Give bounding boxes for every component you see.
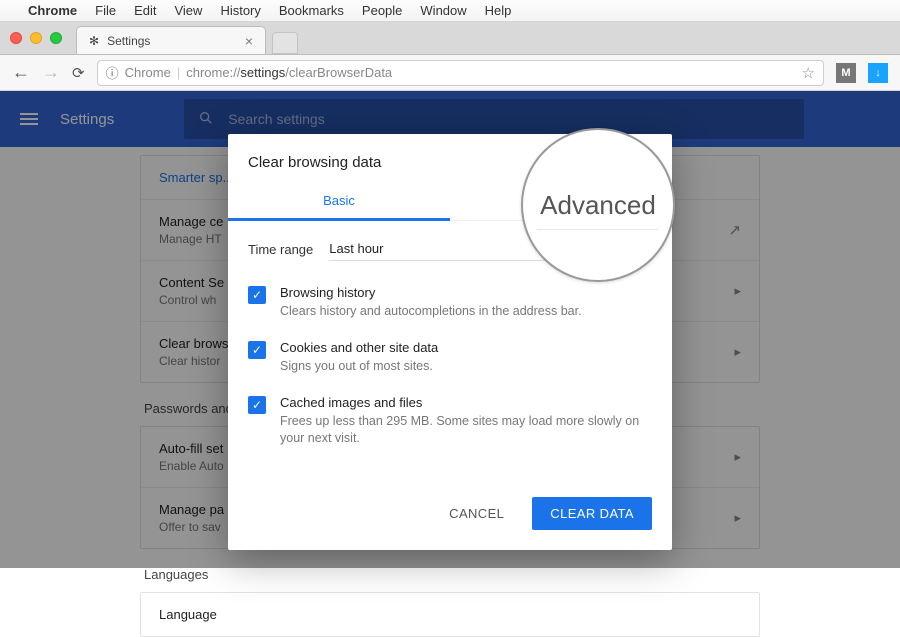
menubar-item-history[interactable]: History	[220, 3, 260, 18]
new-tab-button[interactable]	[272, 32, 298, 54]
option-cookies[interactable]: ✓ Cookies and other site dataSigns you o…	[248, 330, 652, 385]
address-bar[interactable]: ⓘ Chrome | chrome://settings/clearBrowse…	[97, 60, 824, 86]
tab-basic[interactable]: Basic	[228, 183, 450, 220]
url-separator: |	[177, 65, 180, 80]
option-cache[interactable]: ✓ Cached images and filesFrees up less t…	[248, 385, 652, 457]
dialog-title: Clear browsing data	[248, 154, 381, 171]
window-controls	[10, 32, 62, 44]
checkbox-checked-icon[interactable]: ✓	[248, 396, 266, 414]
menubar-item-help[interactable]: Help	[485, 3, 512, 18]
extension-m-icon[interactable]: M	[836, 63, 856, 83]
url-bold: settings	[240, 65, 285, 80]
bookmark-star-icon[interactable]: ☆	[802, 64, 815, 82]
menubar-app[interactable]: Chrome	[28, 3, 77, 18]
menubar-item-people[interactable]: People	[362, 3, 402, 18]
option-browsing-history[interactable]: ✓ Browsing historyClears history and aut…	[248, 275, 652, 330]
time-range-label: Time range	[248, 242, 313, 257]
menubar-item-file[interactable]: File	[95, 3, 116, 18]
menubar-item-window[interactable]: Window	[420, 3, 466, 18]
window-close-button[interactable]	[10, 32, 22, 44]
time-range-value: Last hour	[329, 241, 383, 256]
mac-menu-bar: Chrome File Edit View History Bookmarks …	[0, 0, 900, 22]
url-pre: chrome://	[186, 65, 240, 80]
gear-icon: ✻	[89, 34, 99, 48]
window-minimize-button[interactable]	[30, 32, 42, 44]
checkbox-checked-icon[interactable]: ✓	[248, 341, 266, 359]
tab-title: Settings	[107, 34, 150, 48]
browser-tabstrip: ✻ Settings ×	[0, 22, 900, 55]
browser-toolbar: ← → ⟳ ⓘ Chrome | chrome://settings/clear…	[0, 55, 900, 91]
forward-button[interactable]: →	[42, 62, 60, 83]
menubar-item-edit[interactable]: Edit	[134, 3, 156, 18]
menubar-item-view[interactable]: View	[174, 3, 202, 18]
checkbox-checked-icon[interactable]: ✓	[248, 286, 266, 304]
window-zoom-button[interactable]	[50, 32, 62, 44]
cancel-button[interactable]: CANCEL	[431, 497, 522, 530]
extension-download-icon[interactable]: ↓	[868, 63, 888, 83]
url-post: /clearBrowserData	[285, 65, 392, 80]
tab-settings[interactable]: ✻ Settings ×	[76, 26, 266, 54]
menubar-item-bookmarks[interactable]: Bookmarks	[279, 3, 344, 18]
info-icon: ⓘ	[106, 63, 119, 82]
callout-text: Advanced	[540, 190, 656, 221]
section-heading: Languages	[144, 567, 756, 582]
clear-data-button[interactable]: CLEAR DATA	[532, 497, 652, 530]
url-scheme-label: Chrome	[125, 65, 171, 80]
reload-button[interactable]: ⟳	[72, 64, 85, 82]
settings-row[interactable]: Language	[141, 593, 759, 636]
callout-magnifier: Advanced	[521, 128, 675, 282]
tab-close-icon[interactable]: ×	[245, 33, 253, 49]
back-button[interactable]: ←	[12, 62, 30, 83]
